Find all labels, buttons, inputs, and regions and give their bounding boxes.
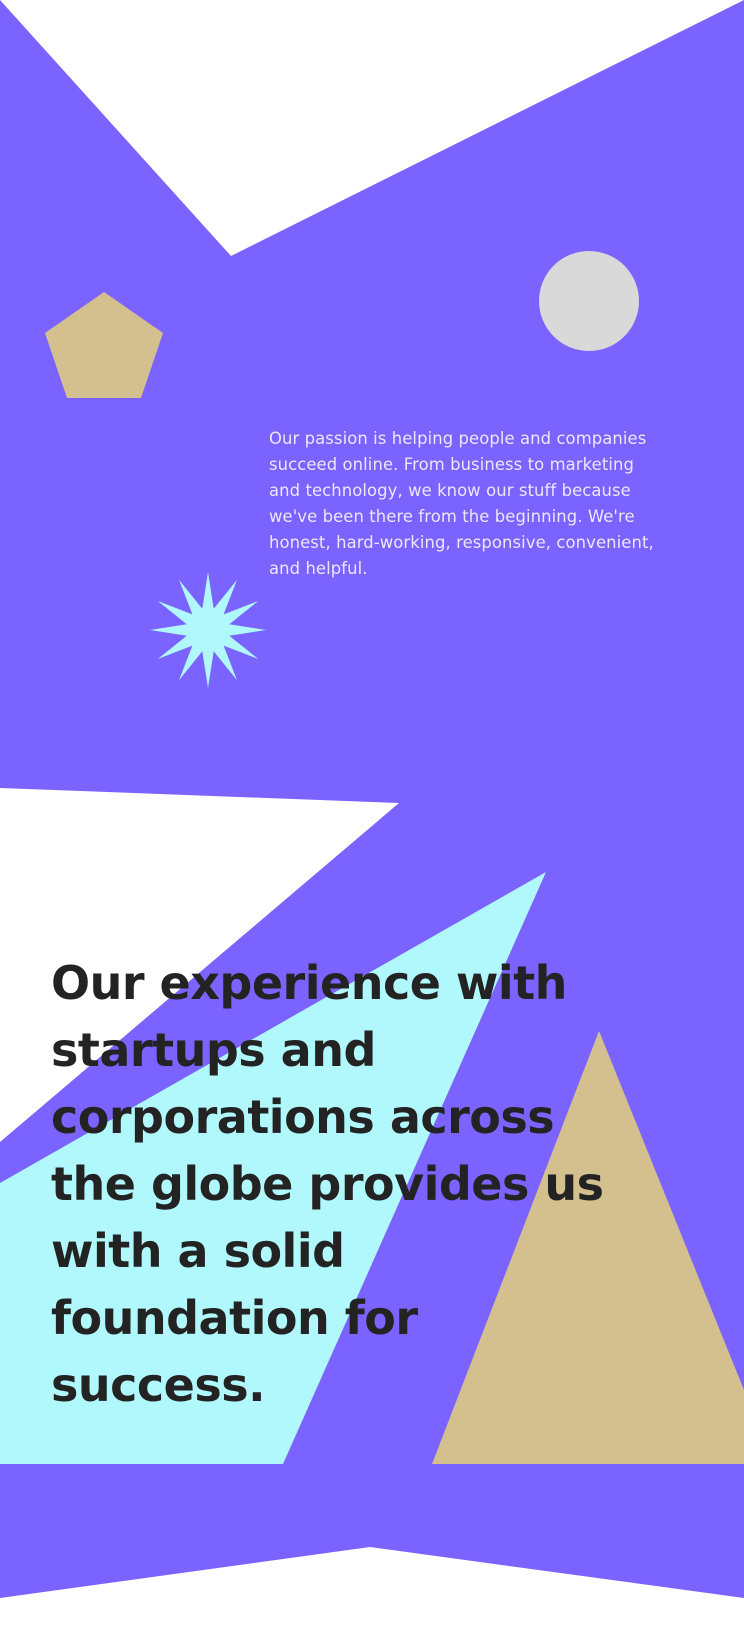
- passion-paragraph: Our passion is helping people and compan…: [269, 429, 654, 578]
- experience-headline: Our experience with startups and corpora…: [51, 956, 604, 1412]
- page-canvas: Our passion is helping people and compan…: [0, 0, 744, 1644]
- grey-circle-shape: [539, 251, 639, 351]
